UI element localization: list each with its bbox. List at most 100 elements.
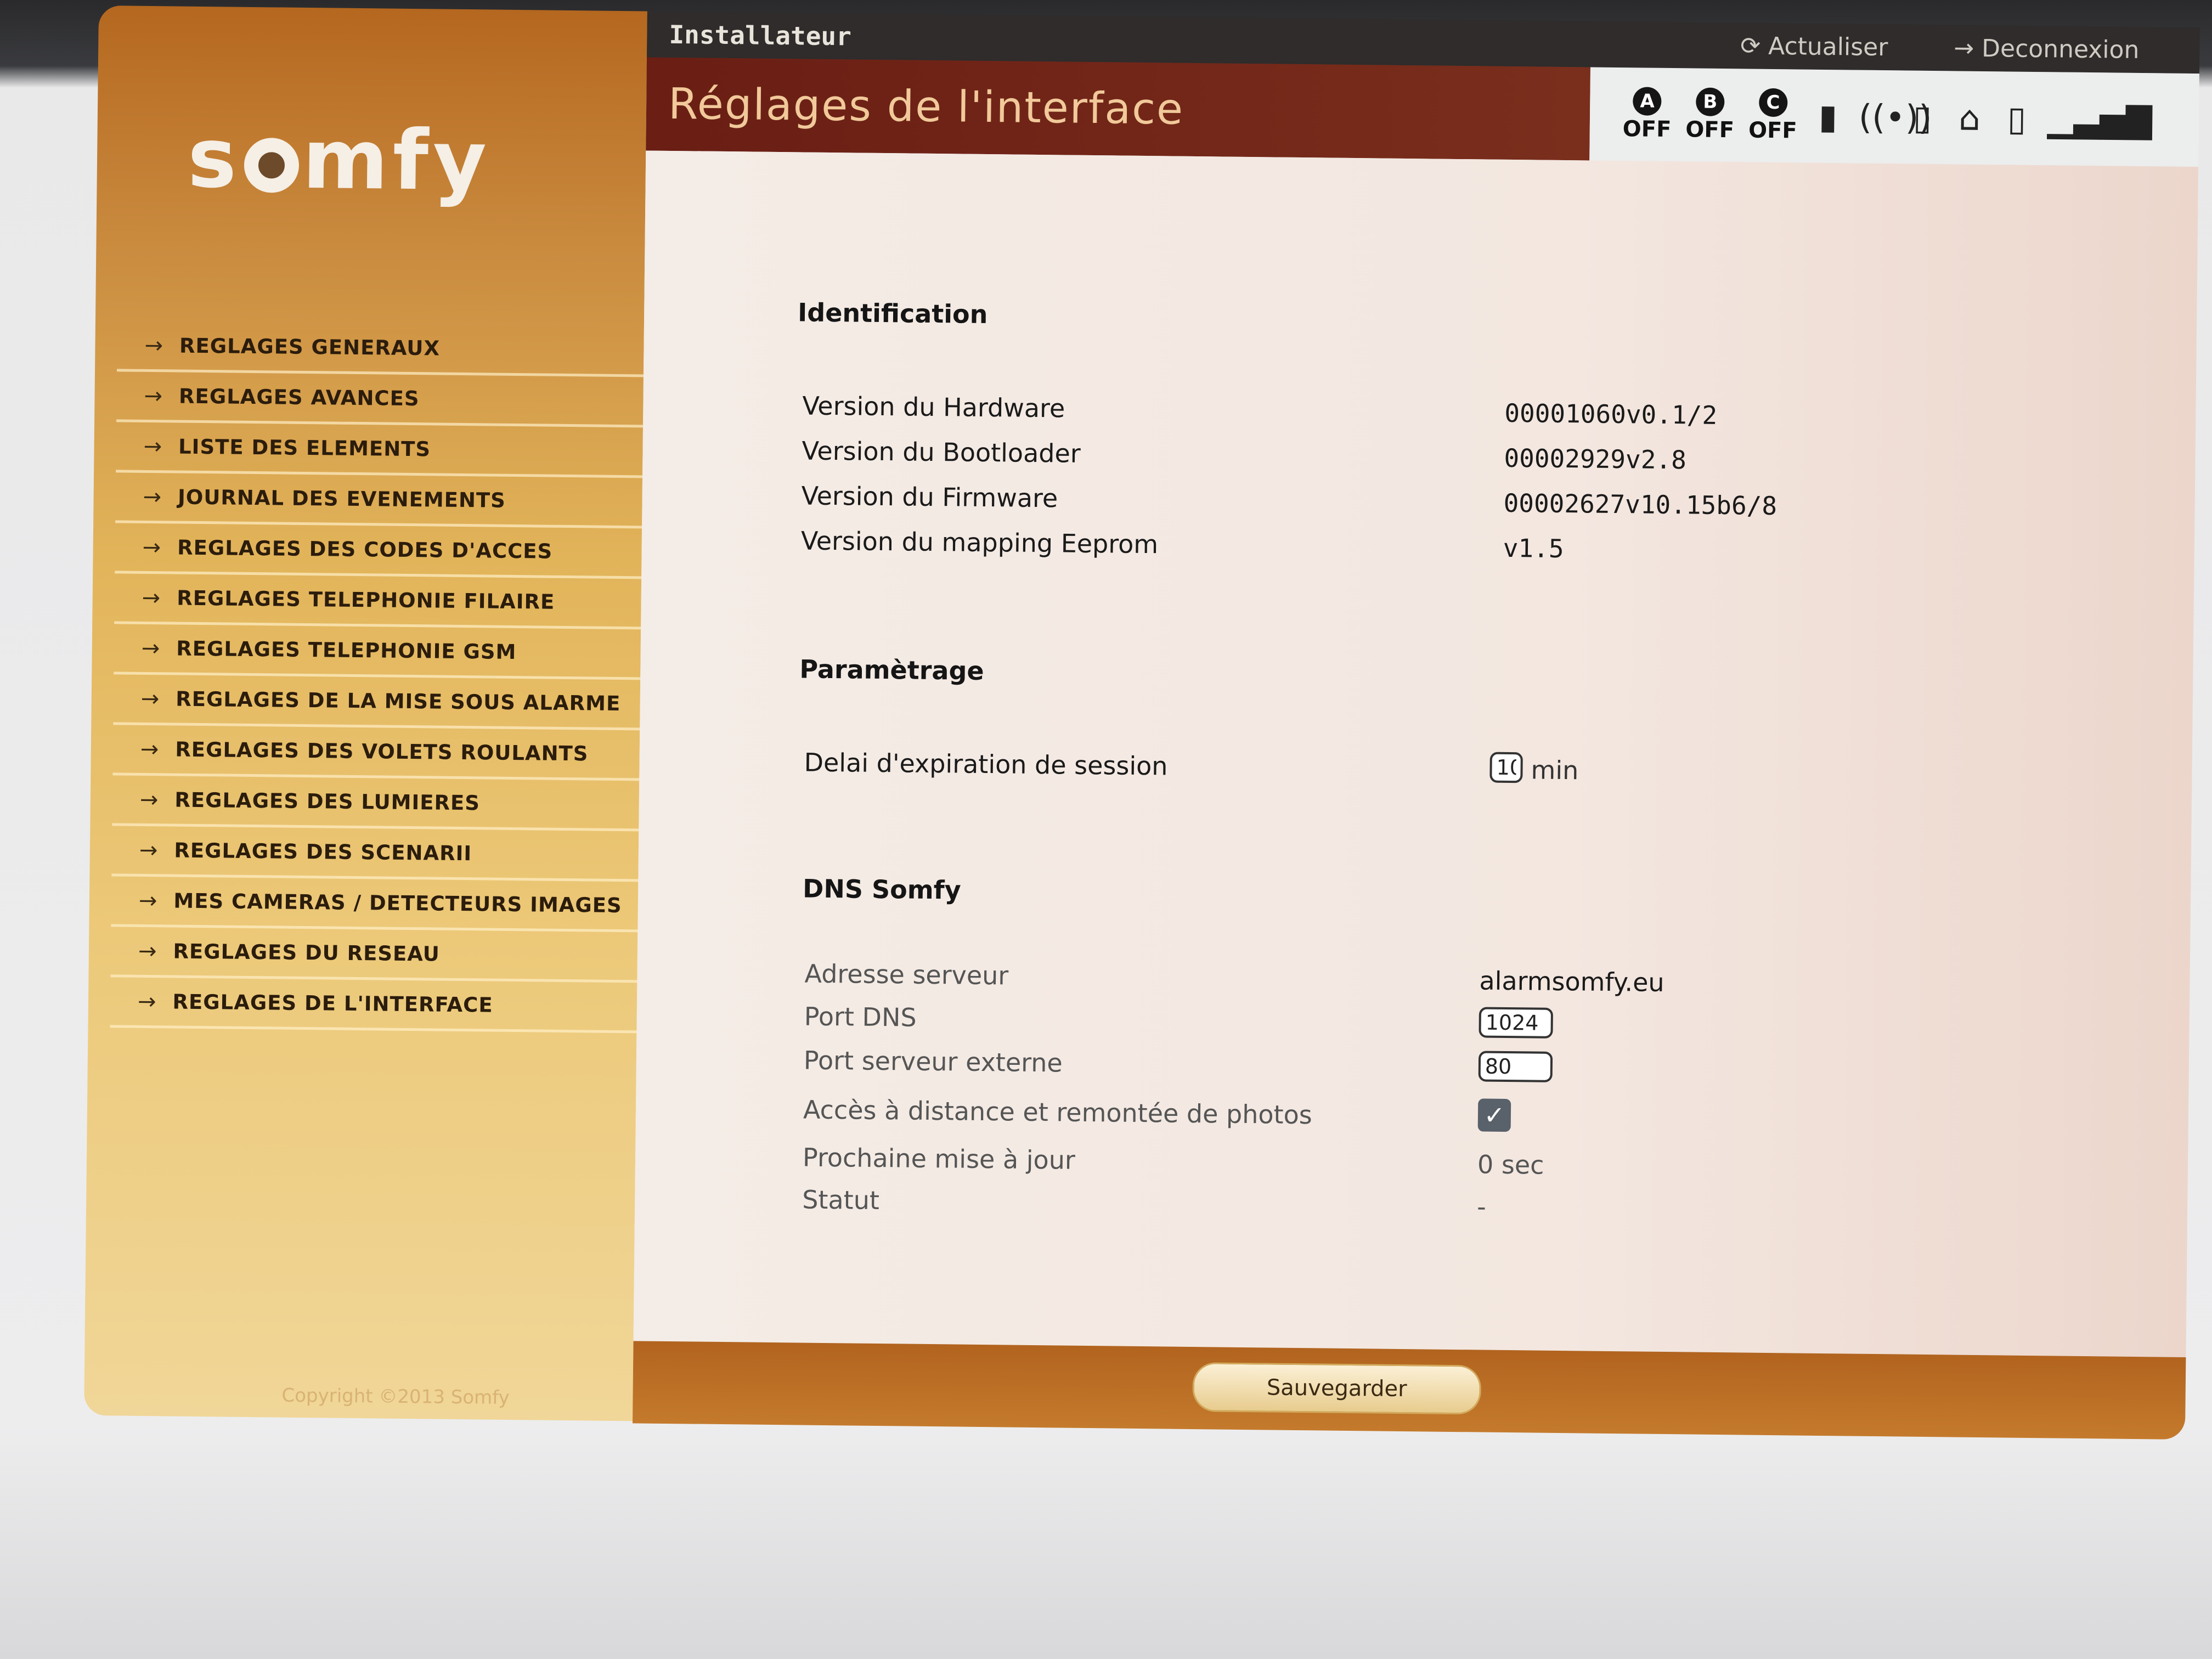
- bootloader-label: Version du Bootloader: [802, 436, 1081, 469]
- sidebar-item-reglages-generaux[interactable]: → REGLAGES GENERAUX: [117, 321, 655, 377]
- port-dns-input[interactable]: [1479, 1007, 1554, 1039]
- arrow-right-icon: →: [143, 484, 162, 510]
- sidebar-item-label: JOURNAL DES EVENEMENTS: [177, 485, 506, 512]
- battery-icon: ▮: [1818, 96, 1838, 137]
- session-timeout-input[interactable]: [1489, 752, 1523, 783]
- zone-a-state: OFF: [1622, 116, 1672, 143]
- session-timeout-label: Delai d'expiration de session: [804, 747, 1168, 781]
- zone-a-badge: A: [1633, 87, 1662, 116]
- sidebar-item-label: REGLAGES GENERAUX: [179, 334, 441, 360]
- hardware-value: 00001060v0.1/2: [1504, 398, 1718, 430]
- zone-a-status: A OFF: [1623, 87, 1672, 142]
- arrow-right-icon: →: [142, 534, 161, 560]
- radio-signal-icon: ((•)): [1858, 97, 1932, 138]
- refresh-label: Actualiser: [1768, 32, 1888, 61]
- save-button[interactable]: Sauvegarder: [1192, 1362, 1482, 1415]
- title-bar: Réglages de l'interface: [646, 57, 1590, 161]
- sidebar-item-journal[interactable]: → JOURNAL DES EVENEMENTS: [115, 472, 654, 529]
- sidebar-item-label: REGLAGES DES SCENARII: [174, 838, 472, 866]
- sidebar-item-scenarii[interactable]: → REGLAGES DES SCENARII: [111, 826, 650, 882]
- identification-title: Identification: [797, 297, 988, 329]
- hardware-label: Version du Hardware: [802, 391, 1065, 424]
- firmware-label: Version du Firmware: [801, 481, 1058, 514]
- top-actions: ⟳ Actualiser → Deconnexion: [1740, 32, 2140, 64]
- main-content: Identification Version du Hardware 00001…: [633, 150, 2199, 1357]
- footer-bar: Sauvegarder: [632, 1341, 2186, 1440]
- arrow-right-icon: →: [144, 383, 163, 409]
- refresh-link[interactable]: ⟳ Actualiser: [1740, 32, 1888, 61]
- copyright-text: Copyright ©2013 Somfy: [281, 1384, 510, 1409]
- home-icon: ⌂: [1958, 98, 1981, 138]
- arrow-right-icon: →: [139, 837, 158, 863]
- zone-b-state: OFF: [1685, 117, 1735, 143]
- server-address-value: alarmsomfy.eu: [1479, 966, 1664, 997]
- arrow-right-icon: →: [142, 585, 161, 611]
- sidebar-item-interface[interactable]: → REGLAGES DE L'INTERFACE: [110, 977, 648, 1034]
- status-bar: A OFF B OFF C OFF ▮ ((•)) ▯ ⌂ ▯ ▁▃▅▇: [1589, 67, 2199, 167]
- sidebar-item-label: REGLAGES TELEPHONIE FILAIRE: [176, 586, 555, 614]
- sidebar-item-reglages-avances[interactable]: → REGLAGES AVANCES: [116, 371, 654, 428]
- sidebar-item-lumieres[interactable]: → REGLAGES DES LUMIERES: [112, 775, 651, 832]
- checkmark-icon: ✓: [1483, 1100, 1505, 1130]
- sidebar-item-label: REGLAGES DE LA MISE SOUS ALARME: [176, 687, 621, 716]
- zone-c-badge: C: [1758, 88, 1788, 117]
- sidebar-item-label: LISTE DES ELEMENTS: [178, 435, 431, 461]
- sidebar-item-cameras[interactable]: → MES CAMERAS / DETECTEURS IMAGES: [111, 876, 650, 933]
- sidebar-item-label: REGLAGES DES LUMIERES: [174, 788, 481, 815]
- session-timeout-unit: min: [1531, 755, 1579, 786]
- arrow-right-icon: →: [137, 989, 156, 1014]
- sidebar-item-label: REGLAGES DE L'INTERFACE: [172, 990, 493, 1017]
- sidebar-item-codes-acces[interactable]: → REGLAGES DES CODES D'ACCES: [115, 523, 653, 579]
- logout-label: Deconnexion: [1981, 34, 2140, 64]
- app-frame: s mfy → REGLAGES GENERAUX → REGLAGES AVANCE…: [84, 5, 2200, 1443]
- sidebar-menu: → REGLAGES GENERAUX → REGLAGES AVANCES → LI…: [110, 321, 655, 1034]
- remote-access-label: Accès à distance et remontée de photos: [803, 1094, 1313, 1130]
- firmware-value: 00002627v10.15b6/8: [1503, 488, 1778, 521]
- arrow-right-icon: →: [140, 736, 159, 762]
- port-ext-input[interactable]: [1478, 1051, 1553, 1082]
- port-ext-label: Port serveur externe: [803, 1045, 1063, 1078]
- arrow-right-icon: →: [141, 635, 160, 661]
- remote-access-checkbox[interactable]: ✓: [1477, 1098, 1511, 1132]
- user-role: Installateur: [669, 19, 852, 52]
- sidebar: s mfy → REGLAGES GENERAUX → REGLAGES AVANCE…: [84, 5, 655, 1421]
- sidebar-item-reseau[interactable]: → REGLAGES DU RESEAU: [110, 927, 649, 983]
- arrow-right-icon: →: [140, 686, 160, 712]
- dns-title: DNS Somfy: [802, 873, 961, 905]
- port-dns-label: Port DNS: [804, 1001, 917, 1032]
- zone-c-state: OFF: [1748, 117, 1797, 144]
- arrow-right-icon: →: [138, 888, 157, 913]
- server-address-label: Adresse serveur: [804, 958, 1009, 991]
- arrow-right-icon: →: [144, 332, 163, 358]
- sidebar-item-label: REGLAGES AVANCES: [178, 384, 420, 411]
- device-icon: ▯: [2007, 98, 2027, 139]
- next-update-label: Prochaine mise à jour: [802, 1142, 1076, 1175]
- arrow-right-icon: →: [143, 433, 162, 459]
- sidebar-item-telephonie-gsm[interactable]: → REGLAGES TELEPHONIE GSM: [114, 624, 652, 680]
- sidebar-item-label: REGLAGES DU RESEAU: [173, 939, 441, 966]
- bootloader-value: 00002929v2.8: [1504, 443, 1687, 475]
- logout-link[interactable]: → Deconnexion: [1954, 34, 2140, 64]
- door-sensor-icon: ▯: [1912, 97, 1932, 138]
- page-title: Réglages de l'interface: [668, 79, 1184, 134]
- somfy-logo: s mfy: [187, 110, 492, 210]
- parametrage-title: Paramètrage: [799, 654, 984, 686]
- sidebar-item-label: REGLAGES DES VOLETS ROULANTS: [175, 737, 589, 766]
- status-value: -: [1476, 1192, 1487, 1222]
- sidebar-item-volets[interactable]: → REGLAGES DES VOLETS ROULANTS: [112, 725, 651, 781]
- sidebar-item-label: MES CAMERAS / DETECTEURS IMAGES: [173, 889, 622, 918]
- eeprom-value: v1.5: [1503, 533, 1564, 564]
- eeprom-label: Version du mapping Eeprom: [800, 526, 1159, 560]
- zone-b-status: B OFF: [1685, 87, 1735, 143]
- gsm-signal-icon: ▁▃▅▇: [2047, 98, 2153, 140]
- sidebar-item-label: REGLAGES TELEPHONIE GSM: [176, 636, 517, 664]
- arrow-right-icon: →: [139, 787, 159, 812]
- sidebar-item-label: REGLAGES DES CODES D'ACCES: [177, 535, 553, 563]
- sidebar-item-telephonie-filaire[interactable]: → REGLAGES TELEPHONIE FILAIRE: [114, 573, 653, 630]
- sidebar-item-liste-elements[interactable]: → LISTE DES ELEMENTS: [116, 422, 654, 478]
- zone-b-badge: B: [1696, 87, 1725, 117]
- arrow-right-icon: →: [138, 938, 157, 964]
- sidebar-item-mise-sous-alarme[interactable]: → REGLAGES DE LA MISE SOUS ALARME: [113, 674, 652, 731]
- zone-c-status: C OFF: [1748, 88, 1798, 144]
- status-label: Statut: [802, 1184, 880, 1216]
